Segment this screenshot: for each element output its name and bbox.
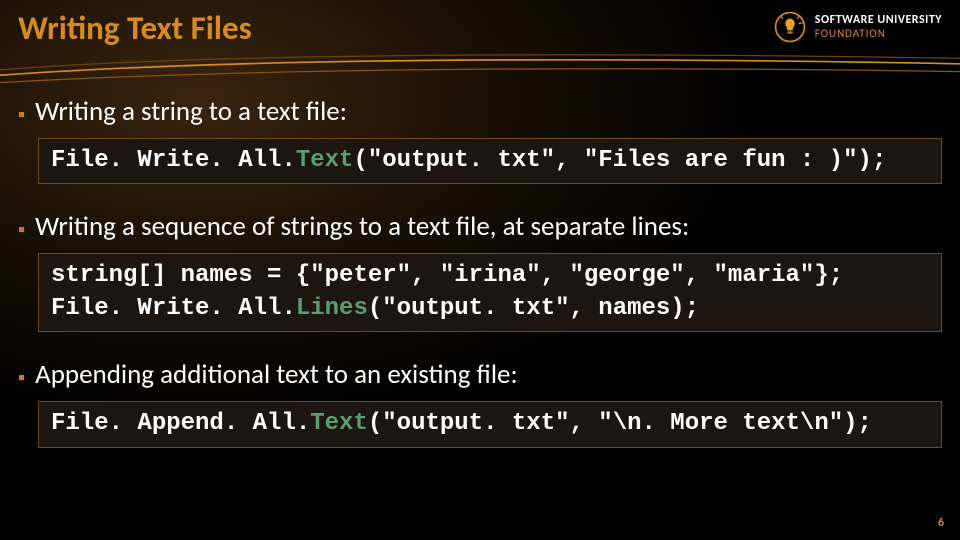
- slide-content: ▪ Writing a string to a text file: File.…: [18, 95, 942, 474]
- code-block: File. Append. All.Text("output. txt", "\…: [38, 401, 942, 447]
- logo-line1: SOFTWARE UNIVERSITY: [815, 14, 942, 27]
- bullet-text: Writing a string to a text file:: [35, 95, 347, 128]
- bullet-item: ▪ Writing a string to a text file:: [18, 95, 942, 128]
- bullet-text: Appending additional text to an existing…: [35, 358, 518, 391]
- page-number: 6: [938, 516, 944, 530]
- decorative-swoosh: [0, 45, 960, 95]
- bullet-text: Writing a sequence of strings to a text …: [35, 210, 689, 243]
- bullet-marker: ▪: [18, 218, 25, 242]
- logo-line2: FOUNDATION: [815, 28, 942, 40]
- code-block: File. Write. All.Text("output. txt", "Fi…: [38, 138, 942, 184]
- bullet-marker: ▪: [18, 366, 25, 390]
- lightbulb-icon: [773, 10, 807, 44]
- bullet-marker: ▪: [18, 103, 25, 127]
- bullet-item: ▪ Appending additional text to an existi…: [18, 358, 942, 391]
- brand-logo: SOFTWARE UNIVERSITY FOUNDATION: [773, 10, 942, 44]
- bullet-item: ▪ Writing a sequence of strings to a tex…: [18, 210, 942, 243]
- code-block: string[] names = {"peter", "irina", "geo…: [38, 253, 942, 332]
- slide-title: Writing Text Files: [18, 8, 252, 48]
